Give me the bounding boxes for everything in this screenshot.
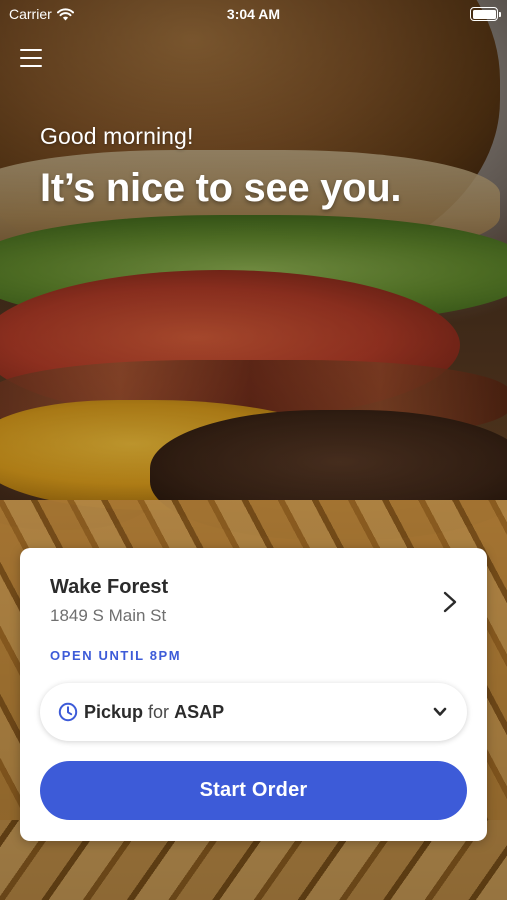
order-time-label: ASAP (174, 701, 225, 722)
clock-icon (58, 702, 78, 722)
hamburger-menu-icon[interactable] (20, 49, 42, 67)
order-mode-connector: for (148, 701, 170, 722)
status-bar: Carrier 3:04 AM (0, 0, 507, 30)
start-order-button[interactable]: Start Order (40, 761, 467, 820)
chevron-down-icon (433, 707, 447, 716)
location-card: Wake Forest 1849 S Main St OPEN UNTIL 8P… (20, 548, 487, 841)
headline-text: It’s nice to see you. (40, 166, 402, 210)
store-address: 1849 S Main St (50, 606, 167, 625)
store-name: Wake Forest (50, 576, 169, 598)
order-mode-text: Pickup for ASAP (84, 702, 433, 723)
order-mode-label: Pickup (84, 701, 144, 722)
store-details-link[interactable]: Wake Forest 1849 S Main St (20, 548, 487, 648)
greeting-text: Good morning! (40, 123, 194, 149)
battery-icon (470, 7, 501, 21)
status-time: 3:04 AM (226, 6, 281, 22)
hours-status: OPEN UNTIL 8PM (50, 648, 182, 663)
order-mode-selector[interactable]: Pickup for ASAP (40, 683, 467, 741)
chevron-right-icon[interactable] (443, 591, 457, 613)
